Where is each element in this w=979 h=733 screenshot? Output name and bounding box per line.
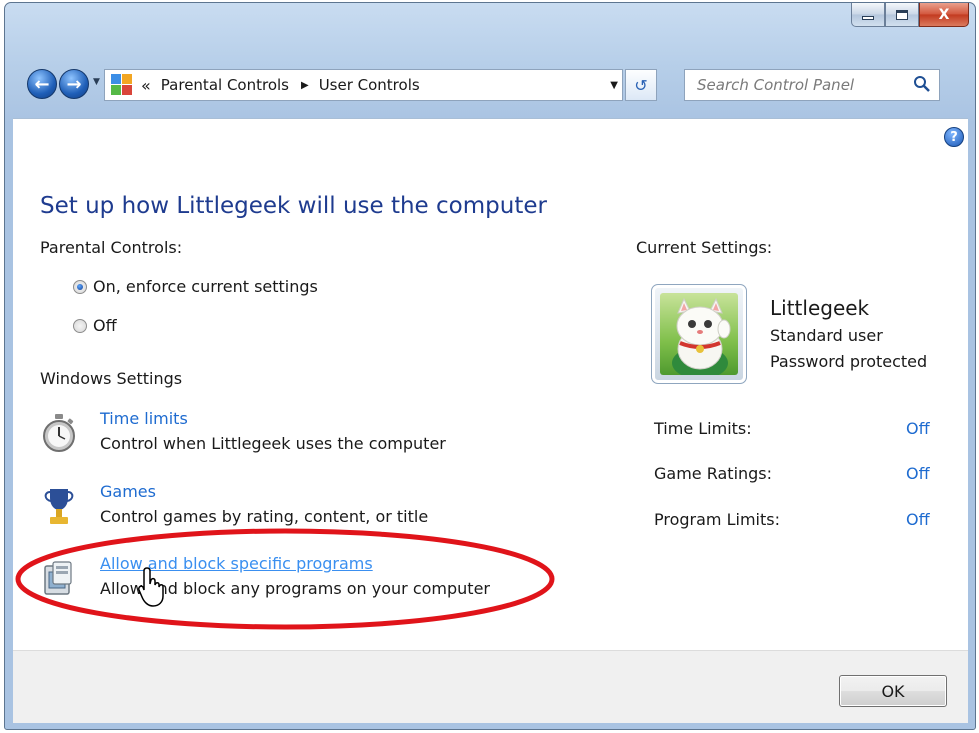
setting-games: Games Control games by rating, content, … — [41, 482, 601, 538]
game-ratings-status-value[interactable]: Off — [906, 464, 930, 483]
radio-off-option[interactable]: Off — [73, 316, 117, 335]
ok-button[interactable]: OK — [839, 675, 947, 707]
address-bar[interactable]: « Parental Controls ▶ User Controls ▼ — [104, 69, 623, 101]
search-input[interactable]: Search Control Panel — [684, 69, 940, 101]
user-password-status: Password protected — [770, 352, 928, 371]
stopwatch-icon — [43, 414, 75, 452]
breadcrumb-user-controls[interactable]: User Controls — [319, 76, 420, 94]
dialog-footer: OK — [13, 650, 968, 723]
minimize-button[interactable] — [851, 3, 885, 27]
forward-button[interactable]: → — [59, 69, 89, 99]
program-limits-status-value[interactable]: Off — [906, 510, 930, 529]
game-ratings-status-label: Game Ratings: — [654, 464, 773, 483]
refresh-icon: ↺ — [634, 75, 648, 95]
back-button[interactable]: ← — [27, 69, 57, 99]
program-icon — [44, 561, 72, 595]
titlebar-buttons: X — [851, 3, 969, 29]
radio-on-button[interactable] — [73, 279, 87, 294]
navigation-bar: ← → ▼ « Parental Controls ▶ User Control… — [5, 67, 975, 107]
trophy-icon — [44, 489, 74, 524]
page-title: Set up how Littlegeek will use the compu… — [40, 193, 547, 219]
games-link[interactable]: Games — [100, 482, 156, 501]
search-placeholder: Search Control Panel — [697, 76, 855, 94]
recent-pages-dropdown-icon[interactable]: ▼ — [93, 77, 100, 87]
control-panel-icon — [111, 74, 133, 96]
maximize-icon — [896, 9, 908, 20]
control-panel-window: X ← → ▼ « Parental Controls ▶ User Contr… — [4, 2, 976, 730]
time-limits-status-label: Time Limits: — [654, 419, 752, 438]
address-dropdown-icon[interactable]: ▼ — [610, 80, 618, 91]
close-button[interactable]: X — [919, 3, 969, 27]
maximize-button[interactable] — [885, 3, 919, 27]
radio-on-option[interactable]: On, enforce current settings — [73, 277, 318, 296]
time-limits-description: Control when Littlegeek uses the compute… — [100, 434, 446, 453]
radio-on-label[interactable]: On, enforce current settings — [93, 277, 318, 296]
setting-time-limits: Time limits Control when Littlegeek uses… — [41, 409, 601, 465]
radio-off-button[interactable] — [73, 318, 87, 333]
help-icon[interactable]: ? — [944, 127, 964, 147]
back-arrow-icon: ← — [34, 73, 50, 95]
parental-controls-label: Parental Controls: — [40, 238, 183, 257]
address-overflow-chevron[interactable]: « — [141, 76, 151, 95]
program-limits-status-label: Program Limits: — [654, 510, 780, 529]
games-description: Control games by rating, content, or tit… — [100, 507, 429, 526]
refresh-button[interactable]: ↺ — [625, 69, 657, 101]
windows-settings-label: Windows Settings — [40, 369, 183, 388]
forward-arrow-icon: → — [66, 73, 82, 95]
breadcrumb-separator-icon[interactable]: ▶ — [301, 80, 309, 91]
minimize-icon — [862, 15, 874, 20]
time-limits-status-value[interactable]: Off — [906, 419, 930, 438]
breadcrumb-parental-controls[interactable]: Parental Controls — [161, 76, 289, 94]
avatar-image — [660, 293, 738, 375]
hand-cursor-icon — [138, 567, 164, 607]
setting-allow-block-programs: Allow and block specific programs Allow … — [41, 554, 601, 610]
radio-off-label[interactable]: Off — [93, 316, 117, 335]
user-avatar — [651, 284, 747, 384]
time-limits-link[interactable]: Time limits — [100, 409, 188, 428]
search-icon[interactable] — [913, 75, 931, 93]
close-icon: X — [938, 6, 950, 23]
current-settings-label: Current Settings: — [636, 238, 773, 257]
user-account-type: Standard user — [770, 326, 883, 345]
lucky-cat-avatar-icon — [672, 297, 731, 375]
user-name: Littlegeek — [770, 296, 870, 320]
